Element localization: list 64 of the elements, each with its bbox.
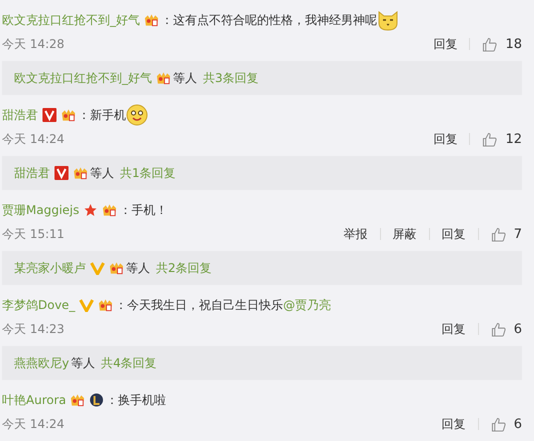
action-link[interactable]: 屏蔽 [392, 226, 417, 242]
like-count: 6 [514, 416, 522, 432]
user-name[interactable]: 欧文克拉口红抢不到_好气 [2, 12, 140, 28]
thumbs-up-icon[interactable] [482, 36, 498, 52]
comment-time: 今天 14:28 [2, 36, 64, 52]
user-name[interactable]: 燕燕欧尼y [14, 354, 70, 372]
action-link[interactable]: 回复 [433, 36, 458, 52]
crown-icon [73, 166, 88, 180]
crown-icon [144, 13, 159, 27]
comment-time: 今天 14:24 [2, 130, 64, 148]
crown-icon [102, 203, 118, 217]
crown-icon [61, 108, 76, 122]
others-label: 等人 [90, 164, 114, 182]
crown-icon [156, 71, 171, 85]
emoji-icon [126, 104, 148, 126]
action-link[interactable]: 回复 [433, 130, 458, 148]
user-name[interactable]: 甜浩君 [14, 164, 50, 182]
crown-icon [109, 261, 124, 275]
verified-icon [90, 261, 105, 275]
action-link[interactable]: 举报 [344, 226, 368, 242]
action-link[interactable]: 回复 [442, 320, 466, 338]
like-count: 6 [514, 322, 522, 336]
comment-text: ：今天我生日，祝自己生日快乐 [115, 296, 284, 314]
reply-count-link[interactable]: 共1条回复 [120, 164, 176, 182]
comment-text: ：新手机 [78, 106, 126, 124]
user-name[interactable]: 李梦鸽Dove_ [2, 296, 76, 314]
others-label: 等人 [173, 70, 197, 86]
replies-bar[interactable]: 甜浩君 等人 共1条回复 [2, 156, 522, 190]
crown-icon [98, 298, 114, 312]
user-name[interactable]: 欧文克拉口红抢不到_好气 [14, 70, 152, 86]
thumbs-up-icon[interactable] [490, 226, 506, 242]
verified-icon [79, 298, 94, 312]
mention-link[interactable]: @贾乃亮 [283, 296, 332, 314]
others-label: 等人 [126, 260, 150, 276]
others-label: 等人 [71, 354, 96, 372]
cat-emoji-icon [377, 9, 399, 31]
user-name[interactable]: 某亮家小暖卢 [14, 260, 86, 276]
user-name[interactable]: 甜浩君 [2, 106, 38, 124]
action-link[interactable]: 回复 [442, 416, 466, 432]
star-icon [83, 203, 98, 217]
verified-icon [42, 108, 57, 122]
user-name[interactable]: 叶艳Aurora [2, 392, 66, 408]
reply-count-link[interactable]: 共2条回复 [156, 260, 212, 276]
comment-text: ：换手机啦 [106, 392, 166, 408]
like-count: 18 [505, 36, 522, 52]
crown-icon [70, 393, 86, 407]
comment-time: 今天 14:23 [2, 320, 64, 338]
like-count: 7 [514, 226, 522, 242]
comment-time: 今天 14:24 [2, 416, 64, 432]
comment-text: ：这有点不符合呢的性格，我神经男神呢 [161, 12, 377, 28]
reply-count-link[interactable]: 共3条回复 [203, 70, 259, 86]
reply-count-link[interactable]: 共4条回复 [101, 354, 157, 372]
thumbs-up-icon[interactable] [490, 416, 506, 432]
replies-bar[interactable]: 燕燕欧尼y 等人 共4条回复 [2, 346, 522, 380]
replies-bar[interactable]: 某亮家小暖卢 等人 共2条回复 [2, 251, 522, 285]
comment-text: ：手机！ [119, 202, 168, 218]
thumbs-up-icon[interactable] [490, 322, 506, 336]
like-count: 12 [505, 132, 522, 146]
user-name[interactable]: 贾珊Maggiejs [2, 202, 80, 218]
thumbs-up-icon[interactable] [482, 132, 498, 146]
verified-icon [54, 166, 69, 180]
comment-time: 今天 15:11 [2, 226, 64, 242]
replies-bar[interactable]: 欧文克拉口红抢不到_好气 等人 共3条回复 [2, 61, 522, 95]
action-link[interactable]: 回复 [442, 226, 466, 242]
